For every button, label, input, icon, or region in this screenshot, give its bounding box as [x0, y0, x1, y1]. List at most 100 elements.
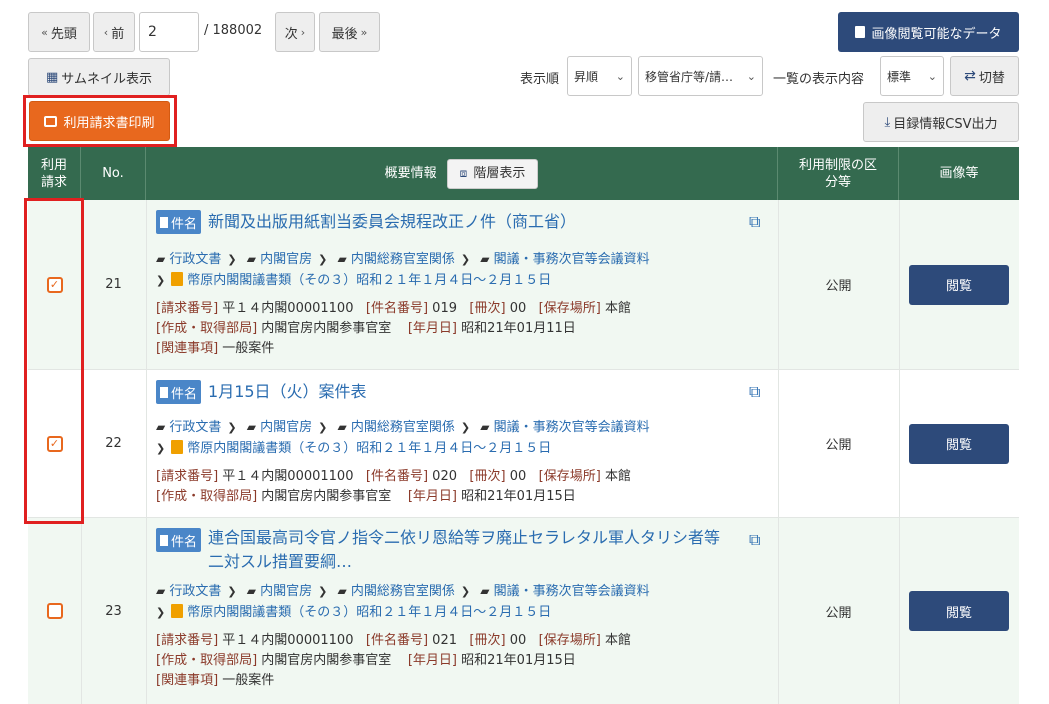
- crumb-link[interactable]: 行政文書: [169, 584, 221, 599]
- crumb-link[interactable]: 内閣官房: [260, 584, 312, 599]
- row-number: 22: [105, 436, 122, 451]
- crumb-link[interactable]: 内閣総務官室関係: [351, 420, 455, 435]
- thumbnail-button[interactable]: ▦ サムネイル表示: [28, 58, 170, 96]
- crumb-link[interactable]: 行政文書: [169, 420, 221, 435]
- view-button[interactable]: 閲覧: [909, 591, 1009, 631]
- sort-select[interactable]: 昇順 ⌄: [567, 56, 632, 96]
- checkbox-highlight-box: [24, 198, 84, 524]
- view-button[interactable]: 閲覧: [909, 264, 1009, 305]
- folder-icon: ▰: [246, 252, 256, 266]
- next-page-button[interactable]: 次 ›: [275, 12, 315, 52]
- print-request-button[interactable]: 利用請求書印刷: [29, 101, 170, 141]
- double-chevron-left-icon: «: [41, 25, 48, 39]
- external-link-icon[interactable]: ⧉: [749, 530, 760, 550]
- item-title-link[interactable]: 新聞及出版用紙割当委員会規程改正ノ件（商工省）: [208, 210, 576, 234]
- book-link[interactable]: 幣原内閣閣議書類（その３）昭和２１年１月４日～２月１５日: [187, 273, 551, 288]
- meta-line: [作成・取得部局] 内閣官房内閣参事官室 [年月日] 昭和21年01月11日: [156, 321, 576, 336]
- header-request: 利用 請求: [28, 147, 81, 200]
- restriction-value: 公開: [825, 438, 852, 453]
- first-page-button[interactable]: « 先頭: [28, 12, 90, 52]
- crumb-link[interactable]: 内閣総務官室関係: [351, 584, 455, 599]
- crumb-link[interactable]: 閣議・事務次官等会議資料: [494, 420, 650, 435]
- item-tag: 件名: [156, 528, 202, 552]
- folder-icon: ▰: [156, 584, 166, 598]
- thumbnail-label: サムネイル表示: [61, 71, 153, 87]
- header-summary: 概要情報 ⧈ 階層表示: [146, 147, 778, 200]
- folder-icon: ▰: [246, 420, 256, 434]
- chevron-down-icon: ⌄: [927, 69, 937, 83]
- item-tag-label: 件名: [171, 386, 198, 402]
- csv-export-label: 目録情報CSV出力: [893, 116, 998, 132]
- restriction-value: 公開: [825, 605, 852, 621]
- table-row: ✓ 21 件名 新聞及出版用紙割当委員会規程改正ノ件（商工省） ⧉ ▰ 行政文書…: [28, 200, 1019, 370]
- item-title-link[interactable]: 連合国最高司令官ノ指令二依リ恩給等ヲ廃止セラレタル軍人タリシ者等二対スル措置要綱…: [208, 526, 728, 574]
- prev-page-label: 前: [111, 26, 125, 42]
- last-page-button[interactable]: 最後 »: [319, 12, 380, 52]
- csv-export-button[interactable]: ⤓ 目録情報CSV出力: [863, 102, 1019, 142]
- chevron-down-icon: ⌄: [615, 69, 625, 83]
- row-number: 23: [105, 603, 122, 619]
- display-content-value: 標準: [887, 69, 912, 84]
- header-restriction: 利用制限の区 分等: [778, 147, 899, 200]
- header-summary-label: 概要情報: [384, 166, 437, 181]
- prev-page-button[interactable]: ‹ 前: [93, 12, 135, 52]
- view-button[interactable]: 閲覧: [909, 423, 1009, 464]
- download-icon: ⤓: [884, 114, 891, 130]
- folder-icon: ▰: [337, 584, 347, 598]
- folder-icon: ▰: [337, 252, 347, 266]
- folder-icon: ▰: [480, 584, 490, 598]
- hierarchy-button[interactable]: ⧈ 階層表示: [446, 158, 539, 189]
- sort-label: 表示順: [520, 72, 560, 87]
- ministry-select[interactable]: 移管省庁等/請… ⌄: [638, 56, 763, 96]
- breadcrumb-book: ❯ 幣原内閣閣議書類（その３）昭和２１年１月４日～２月１５日: [156, 440, 552, 456]
- book-icon: [171, 440, 184, 454]
- sitemap-icon: ⧈: [459, 166, 468, 180]
- display-content-label: 一覧の表示内容: [773, 72, 865, 87]
- item-tag-label: 件名: [171, 534, 198, 550]
- crumb-link[interactable]: 内閣総務官室関係: [351, 252, 455, 267]
- document-icon: [160, 386, 168, 398]
- crumb-link[interactable]: 閣議・事務次官等会議資料: [494, 252, 650, 267]
- switch-button[interactable]: ⇄ 切替: [950, 56, 1019, 96]
- breadcrumb-book: ❯ 幣原内閣閣議書類（その３）昭和２１年１月４日～２月１５日: [156, 604, 552, 620]
- external-link-icon[interactable]: ⧉: [749, 382, 760, 402]
- folder-icon: ▰: [156, 420, 166, 434]
- meta-line: [請求番号] 平１４内閣00001100 [件名番号] 021 [冊次] 00 …: [156, 633, 631, 648]
- folder-icon: ▰: [337, 420, 347, 434]
- meta-line: [請求番号] 平１４内閣00001100 [件名番号] 020 [冊次] 00 …: [156, 469, 631, 484]
- grid-icon: ▦: [45, 69, 59, 85]
- table-row: 23 件名 連合国最高司令官ノ指令二依リ恩給等ヲ廃止セラレタル軍人タリシ者等二対…: [28, 518, 1019, 704]
- page-number-input[interactable]: [139, 12, 199, 52]
- hierarchy-label: 階層表示: [473, 166, 526, 181]
- page-total: / 188002: [204, 23, 263, 38]
- image-data-label: 画像閲覧可能なデータ: [871, 26, 1002, 42]
- crumb-link[interactable]: 行政文書: [169, 252, 221, 267]
- book-link[interactable]: 幣原内閣閣議書類（その３）昭和２１年１月４日～２月１５日: [187, 441, 551, 456]
- crumb-link[interactable]: 内閣官房: [260, 420, 312, 435]
- item-title-link[interactable]: 1月15日（火）案件表: [208, 380, 367, 404]
- book-link[interactable]: 幣原内閣閣議書類（その３）昭和２１年１月４日～２月１５日: [187, 605, 551, 620]
- display-content-select[interactable]: 標準 ⌄: [880, 56, 944, 96]
- crumb-link[interactable]: 内閣官房: [260, 252, 312, 267]
- item-tag-label: 件名: [171, 216, 198, 232]
- chevron-left-icon: ‹: [103, 25, 109, 39]
- external-link-icon[interactable]: ⧉: [749, 212, 760, 232]
- request-checkbox[interactable]: [46, 603, 63, 619]
- printer-icon: [44, 115, 58, 127]
- image-data-button[interactable]: 画像閲覧可能なデータ: [838, 12, 1019, 52]
- meta-line: [関連事項] 一般案件: [156, 673, 275, 688]
- breadcrumb-book: ❯ 幣原内閣閣議書類（その３）昭和２１年１月４日～２月１５日: [156, 272, 552, 288]
- header-no: No.: [81, 147, 146, 200]
- document-icon: [160, 534, 168, 546]
- breadcrumb: ▰ 行政文書 ❯ ▰ 内閣官房 ❯ ▰ 内閣総務官室関係 ❯ ▰ 閣議・事務次官等会議…: [156, 584, 650, 599]
- chevron-right-icon: ›: [300, 25, 306, 39]
- table-row: ✓ 22 件名 1月15日（火）案件表 ⧉ ▰ 行政文書 ❯ ▰ 内閣官房 ❯ ▰ …: [28, 370, 1019, 518]
- header-image: 画像等: [939, 166, 979, 181]
- last-page-label: 最後: [331, 26, 358, 42]
- swap-icon: ⇄: [964, 68, 976, 84]
- double-chevron-right-icon: »: [360, 25, 368, 39]
- next-page-label: 次: [284, 26, 298, 42]
- crumb-link[interactable]: 閣議・事務次官等会議資料: [494, 584, 650, 599]
- print-request-label: 利用請求書印刷: [63, 115, 155, 131]
- book-icon: [171, 604, 184, 618]
